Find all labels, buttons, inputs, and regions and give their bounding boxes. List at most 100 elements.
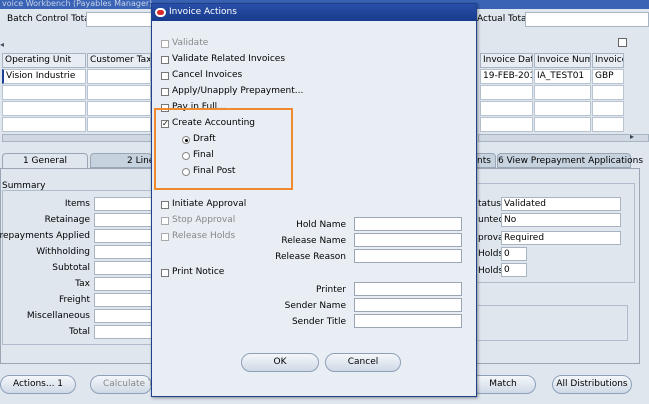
col-invoice-num[interactable]: Invoice Num [534,53,591,68]
col-invoice-date[interactable]: Invoice Date [480,53,533,68]
sender-name-label: Sender Name [284,301,346,311]
summary-tax-field[interactable] [94,277,152,291]
row3-customer[interactable] [87,101,151,116]
batch-control-label: Batch Control Total [7,14,93,24]
match-button[interactable]: Match [470,375,536,394]
row4-invoice-date[interactable] [480,117,533,132]
actions-button[interactable]: Actions... 1 [0,375,76,394]
create-accounting-highlight-box [154,108,293,190]
row4-currency[interactable] [592,117,624,132]
initiate-approval-checkbox[interactable] [161,201,169,209]
dialog-title: Invoice Actions [169,7,237,17]
apply-prepayment-label: Apply/Unapply Prepayment... [172,86,304,96]
cancel-invoices-label: Cancel Invoices [172,70,243,80]
status-label: tatus [478,199,501,209]
release-name-field[interactable] [354,233,462,247]
batch-control-field[interactable] [86,12,154,27]
folder-checkbox[interactable] [618,38,627,47]
row3-operating-unit[interactable] [2,101,86,116]
release-reason-label: Release Reason [275,252,346,262]
ok-button[interactable]: OK [241,353,319,372]
release-holds-checkbox[interactable] [161,233,169,241]
print-notice-label: Print Notice [172,267,225,277]
row3-invoice-num[interactable] [534,101,591,116]
status-value: Validated [501,197,621,211]
summary-retainage-label: Retainage [44,215,90,225]
validate-related-checkbox[interactable] [161,56,169,64]
summary-items-field[interactable] [94,197,152,211]
stop-approval-label: Stop Approval [172,215,236,225]
cancel-invoices-checkbox[interactable] [161,72,169,80]
summary-subtotal-label: Subtotal [52,263,90,273]
horizontal-scrollbar[interactable] [2,134,152,142]
col-operating-unit[interactable]: Operating Unit [2,53,86,68]
printer-label: Printer [316,285,346,295]
tab-view-prepayment[interactable]: 6 View Prepayment Applications [497,153,643,168]
summary-total-label: Total [68,327,90,337]
col-invoice-currency[interactable]: Invoice [592,53,624,68]
scroll-right-track[interactable] [478,134,649,142]
row2-invoice-date[interactable] [480,85,533,100]
validate-related-label: Validate Related Invoices [172,54,286,64]
apply-prepayment-checkbox[interactable] [161,88,169,96]
holds2-label: Holds [478,266,504,276]
release-reason-field[interactable] [354,249,462,263]
row3-invoice-date[interactable] [480,101,533,116]
validate-checkbox[interactable] [161,40,169,48]
summary-items-label: Items [64,199,90,209]
summary-subtotal-field[interactable] [94,261,152,275]
col-customer-taxpayer[interactable]: Customer Taxpa [87,53,151,68]
hold-name-label: Hold Name [296,220,346,230]
summary-freight-field[interactable] [94,293,152,307]
row4-operating-unit[interactable] [2,117,86,132]
cancel-button[interactable]: Cancel [325,353,401,372]
summary-withholding-label: Withholding [36,247,90,257]
row1-invoice-date[interactable]: 19-FEB-2015 [480,69,533,84]
holds2-value: 0 [501,263,527,277]
notes-box [478,305,628,341]
row1-currency[interactable]: GBP [592,69,624,84]
window-title: voice Workbench (Payables Manager) [2,0,153,8]
summary-misc-field[interactable] [94,309,152,323]
release-name-label: Release Name [281,236,346,246]
sender-title-label: Sender Title [291,317,346,327]
row1-invoice-num[interactable]: IA_TEST01 [534,69,591,84]
row3-currency[interactable] [592,101,624,116]
summary-tax-label: Tax [75,279,90,289]
summary-total-field[interactable] [94,325,152,339]
scroll-right-arrow-icon[interactable]: ▸ [630,132,634,141]
stop-approval-checkbox[interactable] [161,217,169,225]
row4-customer[interactable] [87,117,151,132]
tab-general[interactable]: 1 General [2,153,88,168]
summary-prepayments-field[interactable] [94,229,152,243]
row2-customer[interactable] [87,85,151,100]
oracle-logo-icon [155,8,166,17]
holds-value: 0 [501,247,527,261]
row2-operating-unit[interactable] [2,85,86,100]
actual-total-field[interactable] [525,12,649,27]
invoice-actions-dialog: Invoice Actions Validate Validate Relate… [151,3,477,397]
printer-field[interactable] [354,282,462,296]
actual-total-label: Actual Total [477,14,530,24]
validate-label: Validate [172,38,209,48]
expand-icon[interactable]: ◂ [0,40,4,49]
sender-name-field[interactable] [354,298,462,312]
summary-prepayments-label: Prepayments Applied [0,231,90,241]
row2-currency[interactable] [592,85,624,100]
row4-invoice-num[interactable] [534,117,591,132]
summary-withholding-field[interactable] [94,245,152,259]
all-distributions-button[interactable]: All Distributions [552,375,632,394]
row1-operating-unit[interactable]: Vision Industrie [2,69,86,84]
accounted-value: No [501,213,621,227]
calculate-tax-button[interactable]: Calculate Ta [90,375,152,394]
approval-value: Required [501,231,621,245]
sender-title-field[interactable] [354,314,462,328]
row2-invoice-num[interactable] [534,85,591,100]
tab-lines[interactable]: 2 Line [90,153,152,168]
print-notice-checkbox[interactable] [161,269,169,277]
summary-freight-label: Freight [58,295,90,305]
row1-customer[interactable] [87,69,151,84]
release-holds-label: Release Holds [172,231,236,241]
summary-retainage-field[interactable] [94,213,152,227]
hold-name-field[interactable] [354,217,462,231]
